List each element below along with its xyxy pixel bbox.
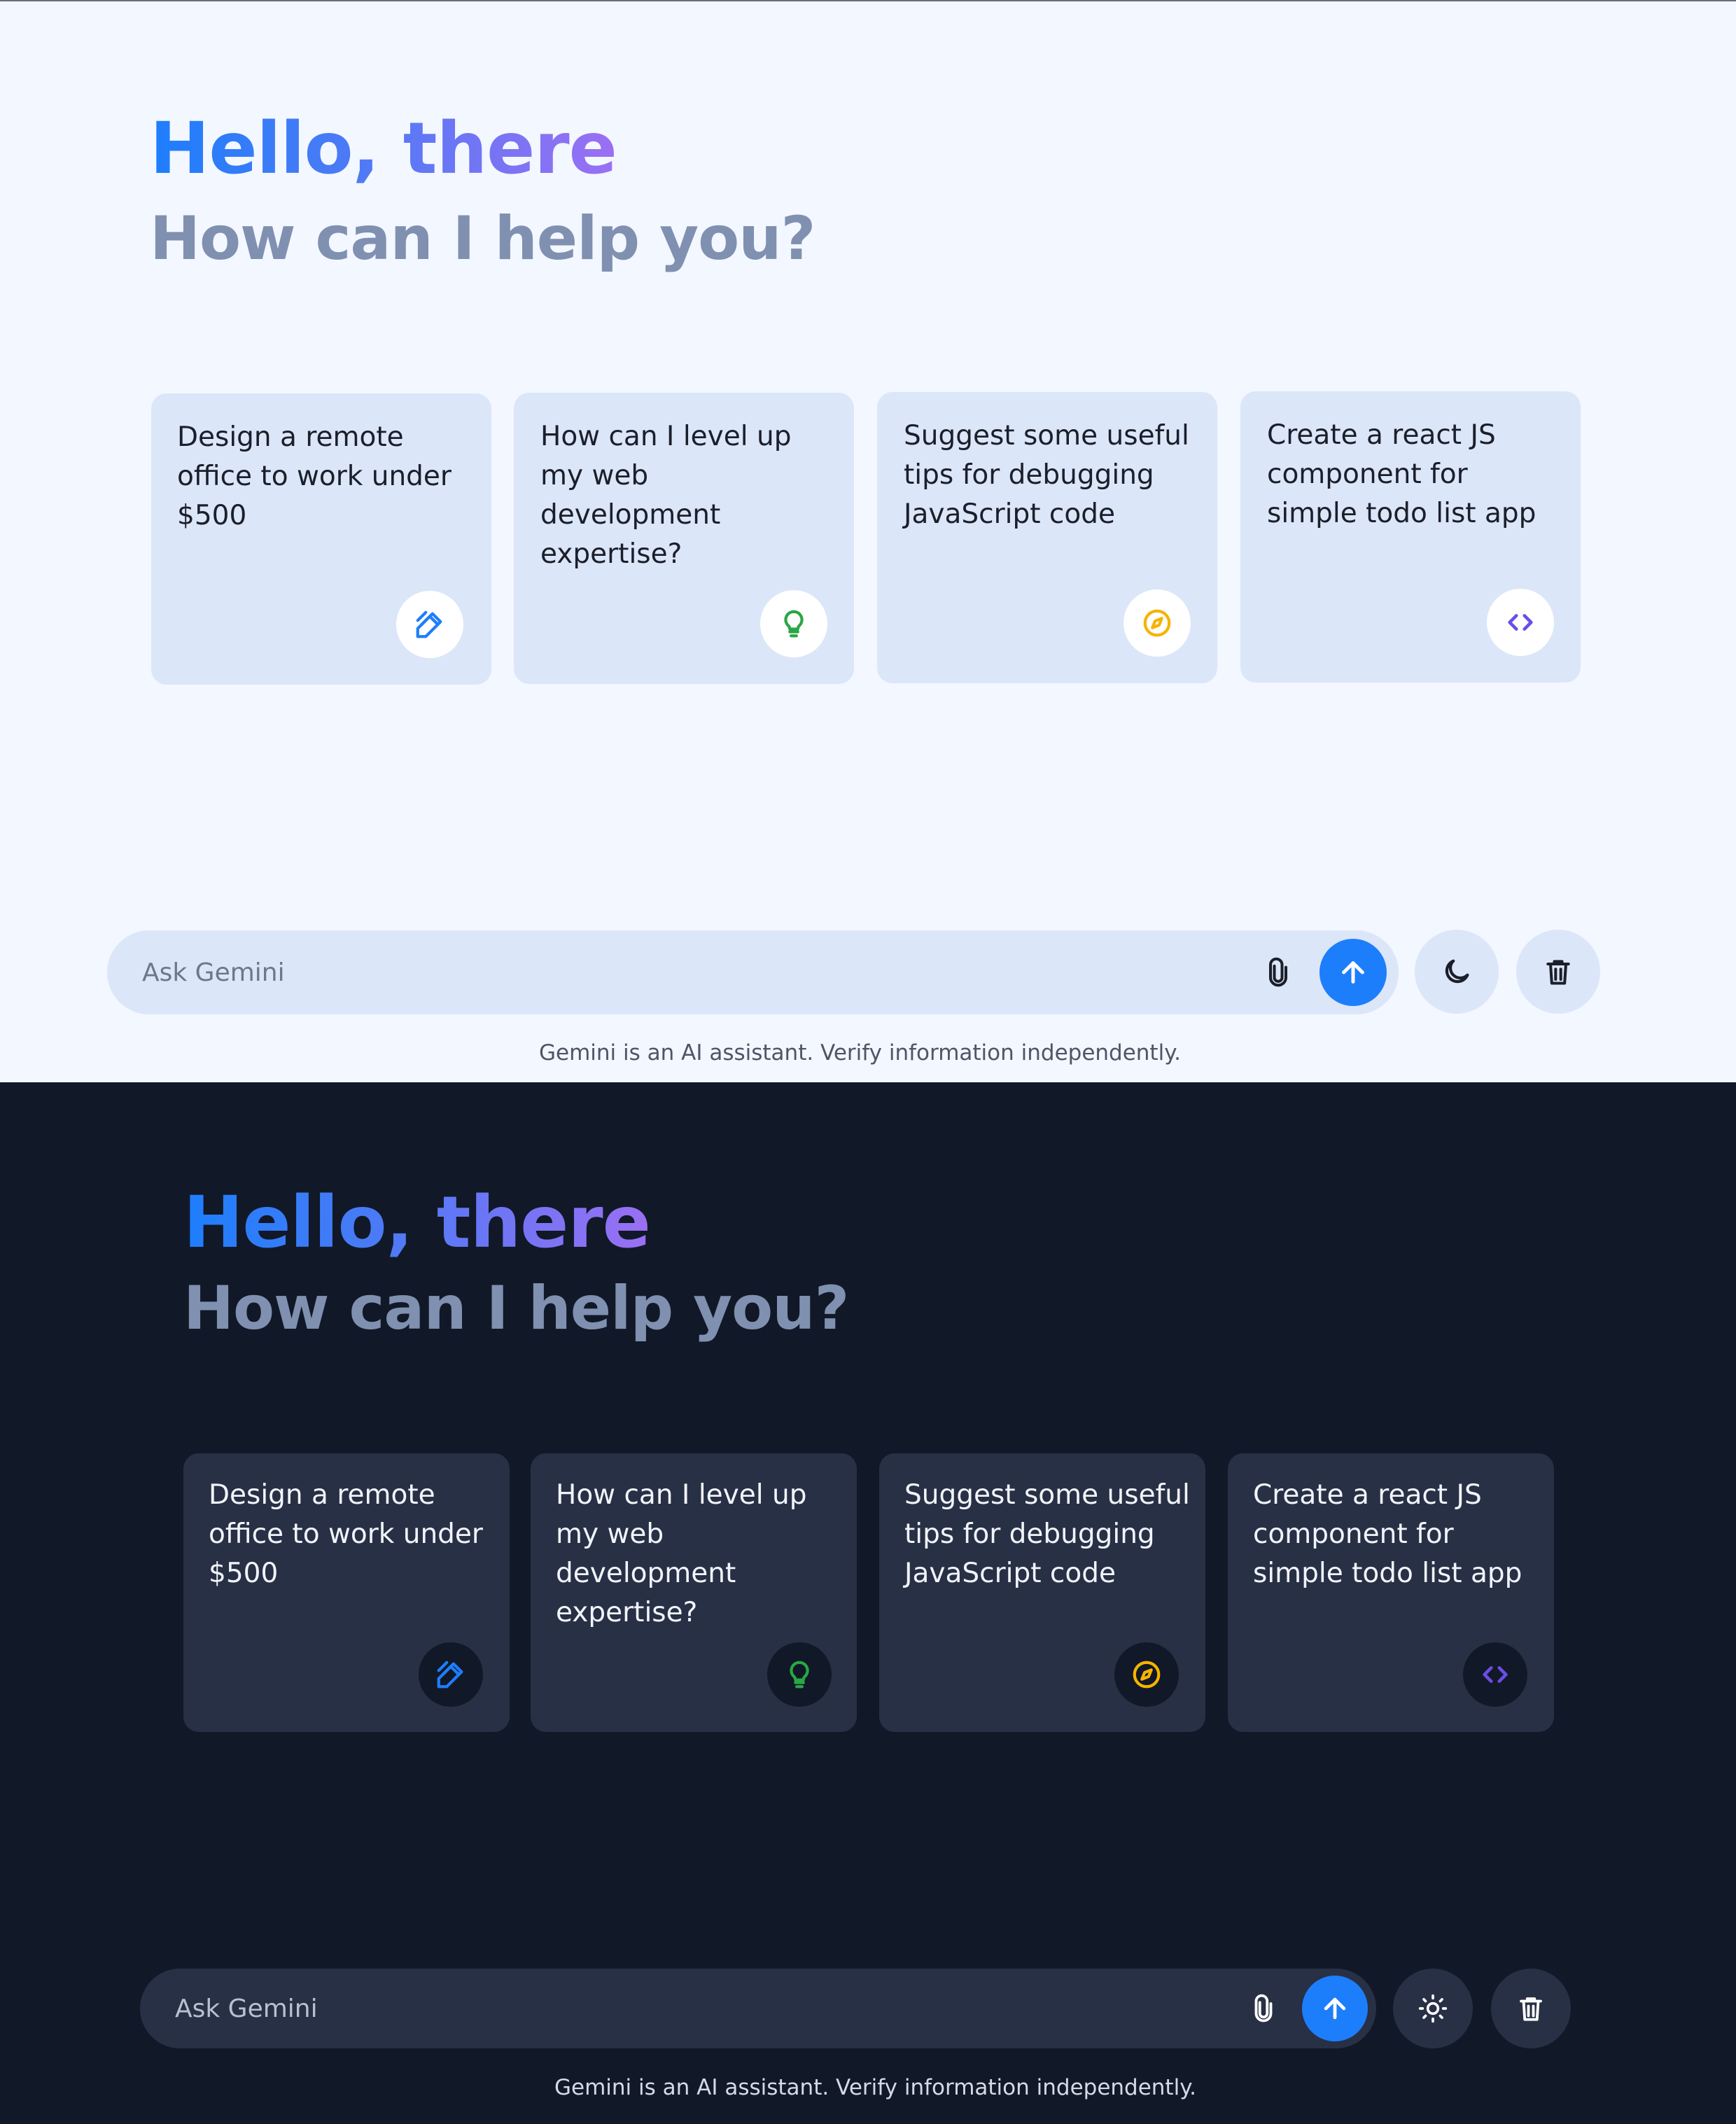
arrow-up-icon xyxy=(1324,1997,1346,2020)
suggestion-card[interactable]: Create a react JS component for simple t… xyxy=(1240,391,1581,683)
trash-icon xyxy=(1520,1997,1542,2021)
send-button[interactable] xyxy=(1302,1976,1368,2041)
delete-chat-button[interactable] xyxy=(1491,1969,1571,2048)
send-button[interactable] xyxy=(1320,939,1387,1006)
suggestion-card-text: Suggest some useful tips for debugging J… xyxy=(904,420,1189,530)
delete-chat-button[interactable] xyxy=(1516,930,1600,1014)
suggestion-card-text: How can I level up my web development ex… xyxy=(540,421,792,570)
compass-icon xyxy=(1124,589,1191,657)
prompt-bar xyxy=(140,1969,1376,2048)
suggestion-card[interactable]: How can I level up my web development ex… xyxy=(514,393,854,684)
suggestion-card-text: Design a remote office to work under $50… xyxy=(209,1479,483,1589)
prompt-input[interactable] xyxy=(175,1969,1225,2048)
theme-toggle-button[interactable] xyxy=(1393,1969,1473,2048)
suggestion-card[interactable]: Suggest some useful tips for debugging J… xyxy=(879,1453,1205,1732)
attach-file-button[interactable] xyxy=(1257,944,1299,1000)
paperclip-icon xyxy=(1254,1994,1273,2022)
moon-icon xyxy=(1445,959,1469,984)
suggestion-card-text: Design a remote office to work under $50… xyxy=(177,421,451,531)
paperclip-icon xyxy=(1268,957,1288,987)
sun-icon xyxy=(1418,1994,1448,2023)
suggestion-card-text: Create a react JS component for simple t… xyxy=(1253,1479,1522,1589)
suggestion-card-text: Create a react JS component for simple t… xyxy=(1267,419,1536,529)
greeting-subtitle: How can I help you? xyxy=(150,204,816,274)
greeting-title: Hello, there xyxy=(183,1181,651,1264)
suggestion-card[interactable]: Create a react JS component for simple t… xyxy=(1228,1453,1554,1732)
draw-icon xyxy=(419,1642,483,1707)
dark-theme-panel: Hello, there How can I help you? Design … xyxy=(0,1082,1736,2124)
arrow-up-icon xyxy=(1342,961,1364,984)
greeting-title: Hello, there xyxy=(150,107,617,190)
suggestion-card[interactable]: How can I level up my web development ex… xyxy=(531,1453,857,1732)
theme-toggle-button[interactable] xyxy=(1415,930,1499,1014)
attach-file-button[interactable] xyxy=(1242,1980,1284,2036)
lightbulb-icon xyxy=(767,1642,832,1707)
compass-icon xyxy=(1114,1642,1179,1707)
greeting-subtitle: How can I help you? xyxy=(183,1273,849,1343)
suggestion-card-text: Suggest some useful tips for debugging J… xyxy=(904,1479,1190,1589)
code-icon xyxy=(1487,589,1554,656)
lightbulb-icon xyxy=(760,590,827,657)
suggestion-card-text: How can I level up my web development ex… xyxy=(556,1479,807,1628)
disclaimer-text: Gemini is an AI assistant. Verify inform… xyxy=(554,2075,1196,2100)
trash-icon xyxy=(1546,960,1570,985)
suggestion-card[interactable]: Design a remote office to work under $50… xyxy=(183,1453,510,1732)
prompt-input[interactable] xyxy=(142,930,1192,1014)
disclaimer-text: Gemini is an AI assistant. Verify inform… xyxy=(539,1040,1181,1066)
draw-icon xyxy=(396,591,463,658)
code-icon xyxy=(1463,1642,1527,1707)
light-theme-panel: Hello, there How can I help you? Design … xyxy=(0,0,1736,1082)
suggestion-card[interactable]: Design a remote office to work under $50… xyxy=(151,393,491,685)
suggestion-card[interactable]: Suggest some useful tips for debugging J… xyxy=(877,392,1217,683)
prompt-bar xyxy=(107,930,1399,1014)
